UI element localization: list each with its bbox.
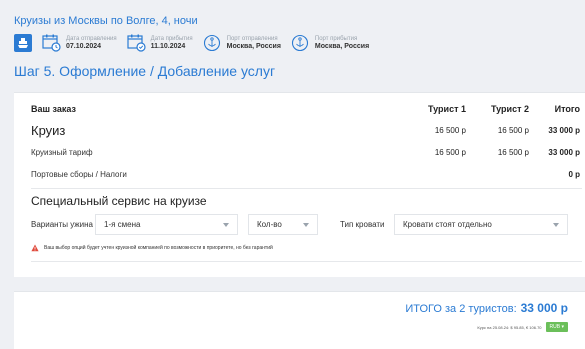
row-label: Круиз xyxy=(31,123,66,138)
table-row: Портовые сборы / Налоги 0 р xyxy=(31,166,581,188)
calendar-icon xyxy=(42,34,61,52)
cruise-title[interactable]: Круизы из Москвы по Волге, 4, ночи xyxy=(14,14,574,28)
tourist2-amount: 16 500 р xyxy=(497,126,529,135)
calendar-icon xyxy=(127,34,146,52)
bed-type-label: Тип кровати xyxy=(340,220,385,229)
row-total: 0 р xyxy=(568,170,580,179)
table-row: Круиз 16 500 р 16 500 р 33 000 р xyxy=(31,122,581,144)
chevron-down-icon xyxy=(223,223,229,227)
port-to-item: Порт прибытия Москва, Россия xyxy=(291,34,369,52)
departure-date-item: Дата отправления 07.10.2024 xyxy=(42,34,117,52)
ship-icon xyxy=(14,34,32,52)
quantity-select[interactable]: Кол-во xyxy=(248,214,318,235)
bed-type-select[interactable]: Кровати стоят отдельно xyxy=(394,214,568,235)
currency-select-button[interactable]: RUB ▾ xyxy=(545,322,568,332)
table-row: Круизный тариф 16 500 р 16 500 р 33 000 … xyxy=(31,144,581,166)
port-to-label: Порт прибытия xyxy=(314,36,358,42)
row-total: 33 000 р xyxy=(548,148,580,157)
port-from-value: Москва, Россия xyxy=(226,43,281,50)
row-total: 33 000 р xyxy=(548,126,580,135)
quantity-select-value: Кол-во xyxy=(257,220,282,229)
chevron-down-icon xyxy=(303,223,309,227)
port-to-value: Москва, Россия xyxy=(314,43,370,50)
grand-total: ИТОГО за 2 туристов: 33 000 р xyxy=(405,301,568,315)
exchange-rate-text: Курс на 25.08.24: $ 95.85, € 106.70 xyxy=(477,324,542,330)
dinner-label: Варианты ужина xyxy=(31,220,93,229)
row-label: Круизный тариф xyxy=(31,148,93,157)
arrival-date-item: Дата прибытия 11.10.2024 xyxy=(127,34,193,52)
order-title: Ваш заказ xyxy=(31,104,76,114)
booking-page: Круизы из Москвы по Волге, 4, ночи Дата … xyxy=(0,0,585,349)
dinner-select[interactable]: 1-я смена xyxy=(95,214,238,235)
cruise-header: Круизы из Москвы по Волге, 4, ночи Дата … xyxy=(14,14,574,80)
divider xyxy=(31,261,582,262)
anchor-icon xyxy=(291,34,308,52)
bed-type-select-value: Кровати стоят отдельно xyxy=(403,220,492,229)
port-from-item: Порт отправления Москва, Россия xyxy=(203,34,281,52)
arrival-date: 11.10.2024 xyxy=(150,43,186,50)
departure-date: 07.10.2024 xyxy=(66,43,102,50)
grand-total-amount: 33 000 р xyxy=(520,301,568,315)
step-title: Шаг 5. Оформление / Добавление услуг xyxy=(14,63,276,79)
dinner-select-value: 1-я смена xyxy=(104,220,141,229)
port-from-label: Порт отправления xyxy=(226,36,278,42)
chevron-down-icon xyxy=(553,223,559,227)
total-header: Итого xyxy=(554,104,580,114)
tourist1-amount: 16 500 р xyxy=(434,148,466,157)
anchor-icon xyxy=(203,34,220,52)
divider xyxy=(31,188,582,189)
tourist1-amount: 16 500 р xyxy=(434,126,466,135)
arrival-label: Дата прибытия xyxy=(150,36,193,42)
order-card: Ваш заказ Турист 1 Турист 2 Итого Круиз … xyxy=(14,92,585,277)
row-label: Портовые сборы / Налоги xyxy=(31,170,127,179)
departure-label: Дата отправления xyxy=(66,36,117,42)
total-card: ИТОГО за 2 туристов: 33 000 р Курс на 25.… xyxy=(14,291,585,349)
warning-text: Ваш выбор опций будет учтен круизной ком… xyxy=(44,245,273,251)
exchange-rate-row: Курс на 25.08.24: $ 95.85, € 106.70 RUB … xyxy=(477,322,568,332)
tourist2-header: Турист 2 xyxy=(491,104,529,114)
grand-total-label: ИТОГО за 2 туристов: xyxy=(405,303,517,315)
services-title: Специальный сервис на круизе xyxy=(31,194,207,208)
warning-icon xyxy=(31,244,39,252)
order-header-row: Ваш заказ Турист 1 Турист 2 Итого xyxy=(31,102,581,118)
options-warning: Ваш выбор опций будет учтен круизной ком… xyxy=(31,244,273,252)
tourist2-amount: 16 500 р xyxy=(497,148,529,157)
order-table: Ваш заказ Турист 1 Турист 2 Итого Круиз … xyxy=(31,102,581,188)
cruise-info-row: Дата отправления 07.10.2024 Дата прибыти… xyxy=(14,33,574,53)
services-options-row: Варианты ужина 1-я смена Кол-во Тип кров… xyxy=(31,214,568,235)
tourist1-header: Турист 1 xyxy=(428,104,466,114)
